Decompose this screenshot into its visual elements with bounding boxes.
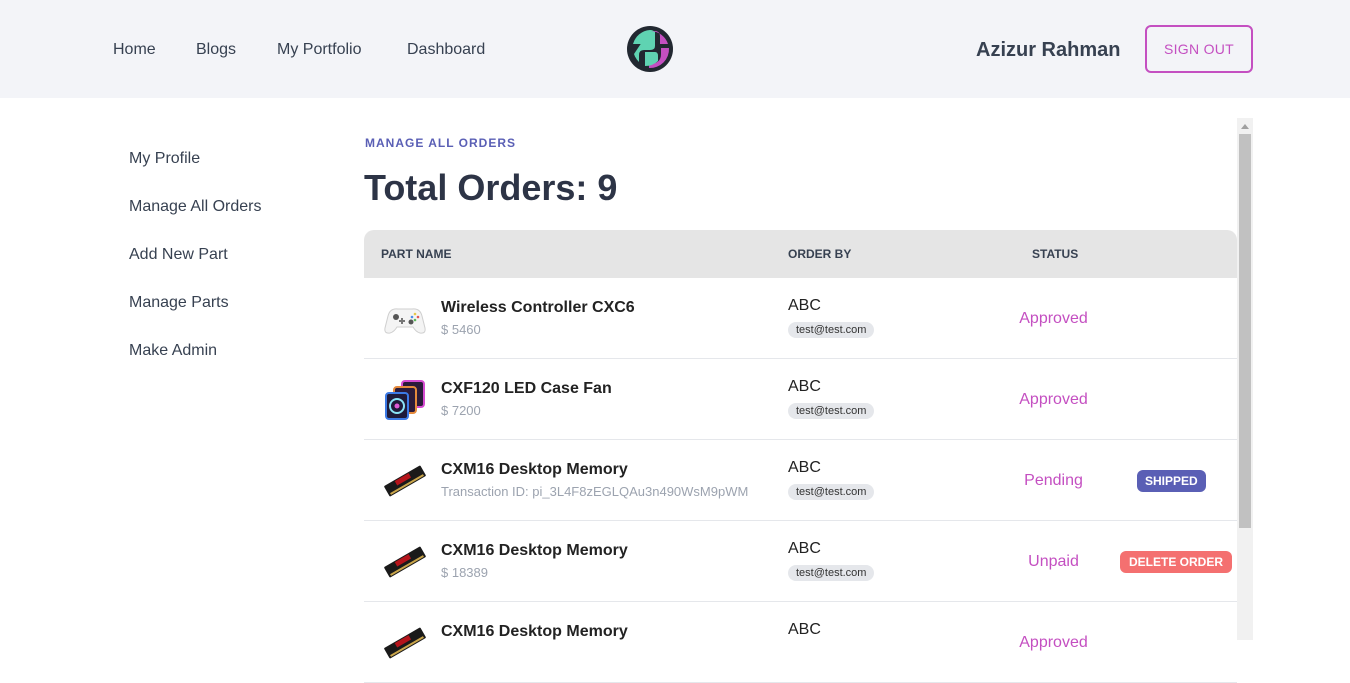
order-by-name: ABC	[788, 540, 821, 557]
sidebar-item-manage-all-orders[interactable]: Manage All Orders	[129, 197, 262, 217]
nav-blogs-link[interactable]: Blogs	[196, 40, 236, 60]
nav-dashboard-link[interactable]: Dashboard	[407, 40, 485, 60]
scrollbar-thumb[interactable]	[1239, 134, 1251, 528]
memory-icon	[384, 546, 426, 578]
memory-icon	[384, 465, 426, 497]
nav-home-link[interactable]: Home	[113, 40, 156, 60]
column-header-status: STATUS	[1032, 247, 1079, 261]
section-label: MANAGE ALL ORDERS	[365, 136, 517, 150]
table-header: PART NAME ORDER BY STATUS	[364, 230, 1237, 278]
user-name: Azizur Rahman	[976, 39, 1121, 61]
sign-out-button[interactable]: SIGN OUT	[1145, 25, 1253, 73]
order-status: Pending	[1024, 472, 1083, 489]
scroll-up-arrow-icon[interactable]	[1237, 118, 1253, 134]
sidebar-item-add-new-part[interactable]: Add New Part	[129, 245, 228, 265]
table-row: CXM16 Desktop Memory ABC Approved	[364, 602, 1237, 683]
memory-icon	[384, 627, 426, 659]
nav-portfolio-link[interactable]: My Portfolio	[277, 40, 361, 60]
order-email-badge: test@test.com	[788, 565, 875, 581]
part-name: CXM16 Desktop Memory	[441, 623, 628, 640]
part-price: $ 7200	[441, 403, 481, 418]
part-name: CXM16 Desktop Memory	[441, 461, 628, 478]
shipped-button[interactable]: SHIPPED	[1137, 470, 1206, 492]
part-name: Wireless Controller CXC6	[441, 299, 635, 316]
table-row: Wireless Controller CXC6 $ 5460 ABC test…	[364, 278, 1237, 359]
case-fan-icon	[385, 380, 425, 420]
column-header-order-by: ORDER BY	[788, 247, 852, 261]
order-status: Unpaid	[1028, 553, 1079, 570]
page-title: Total Orders: 9	[364, 167, 618, 208]
order-email-badge: test@test.com	[788, 403, 875, 419]
column-header-part-name: PART NAME	[381, 247, 452, 261]
part-price: $ 5460	[441, 322, 481, 337]
sidebar-item-manage-parts[interactable]: Manage Parts	[129, 293, 229, 313]
delete-order-button[interactable]: DELETE ORDER	[1120, 551, 1233, 573]
sidebar-item-my-profile[interactable]: My Profile	[129, 149, 200, 169]
table-row: CXM16 Desktop Memory $ 18389 ABC test@te…	[364, 521, 1237, 602]
order-by-name: ABC	[788, 621, 821, 638]
table-row: CXF120 LED Case Fan $ 7200 ABC test@test…	[364, 359, 1237, 440]
order-by-name: ABC	[788, 378, 821, 395]
part-name: CXF120 LED Case Fan	[441, 380, 612, 397]
transaction-id: Transaction ID: pi_3L4F8zEGLQAu3n490WsM9…	[441, 484, 749, 499]
scrollbar[interactable]	[1237, 118, 1253, 640]
part-name: CXM16 Desktop Memory	[441, 542, 628, 559]
sidebar-item-make-admin[interactable]: Make Admin	[129, 341, 217, 361]
controller-icon	[384, 308, 426, 334]
table-row: CXM16 Desktop Memory Transaction ID: pi_…	[364, 440, 1237, 521]
order-email-badge: test@test.com	[788, 484, 875, 500]
order-status: Approved	[1019, 310, 1088, 327]
order-status: Approved	[1019, 634, 1088, 651]
part-price: $ 18389	[441, 565, 488, 580]
order-email-badge: test@test.com	[788, 322, 875, 338]
orders-table: PART NAME ORDER BY STATUS Wireless Contr…	[364, 230, 1237, 683]
order-by-name: ABC	[788, 459, 821, 476]
logo-icon[interactable]	[625, 24, 675, 74]
order-by-name: ABC	[788, 297, 821, 314]
order-status: Approved	[1019, 391, 1088, 408]
top-navbar: Home Blogs My Portfolio Dashboard Azizur…	[0, 0, 1350, 98]
